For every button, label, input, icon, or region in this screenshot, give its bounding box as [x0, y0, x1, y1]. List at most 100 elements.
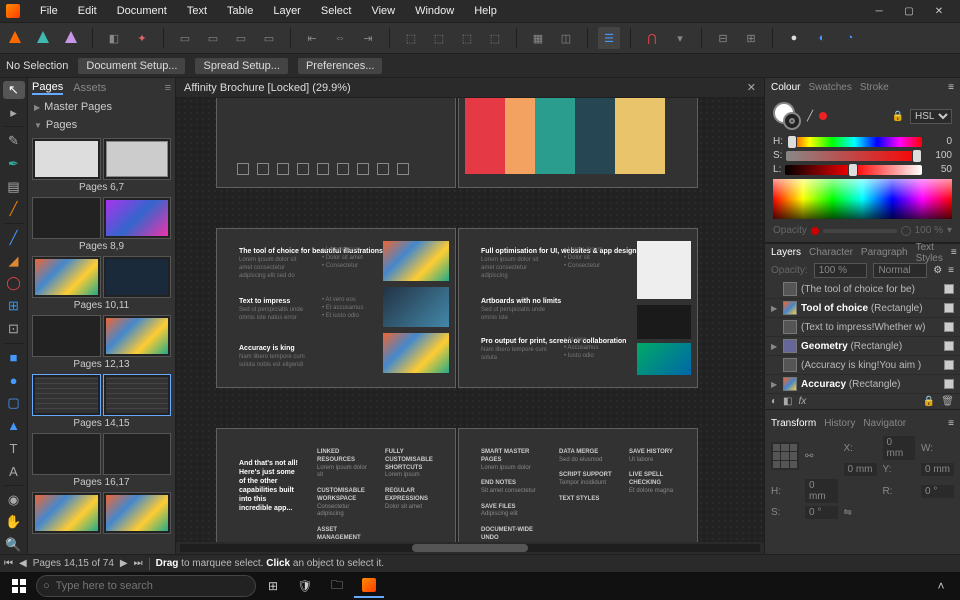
- document-tab-close-icon[interactable]: ✕: [747, 81, 756, 94]
- mask-icon[interactable]: ◐: [771, 396, 777, 407]
- minimize-button[interactable]: ─: [864, 6, 894, 17]
- first-page-icon[interactable]: ⏮: [4, 558, 13, 569]
- last-page-icon[interactable]: ⏭: [134, 558, 143, 569]
- panel-menu-icon[interactable]: ≡: [951, 247, 957, 258]
- menu-edit[interactable]: Edit: [68, 2, 107, 20]
- color-mode-select[interactable]: HSL: [910, 109, 952, 124]
- spread-thumb-14-15[interactable]: Pages 14,15: [32, 374, 171, 429]
- place-tool[interactable]: ⊞: [3, 297, 25, 315]
- text-styles-tab[interactable]: Text Styles: [916, 242, 943, 264]
- layer-row[interactable]: (Accuracy is king!You aim ): [765, 356, 960, 375]
- delete-layer-icon[interactable]: 🗑: [941, 396, 954, 407]
- affinity-publisher-icon[interactable]: [354, 574, 384, 598]
- fx-icon[interactable]: fx: [799, 396, 807, 407]
- stroke-well[interactable]: [783, 112, 801, 130]
- table-tool[interactable]: ▤: [3, 178, 25, 196]
- navigator-tab[interactable]: Navigator: [863, 418, 906, 429]
- layers-tab[interactable]: Layers: [771, 247, 801, 258]
- spread-thumb-next[interactable]: [32, 492, 171, 534]
- toolbar-btn-6[interactable]: ▭: [258, 27, 280, 49]
- layer-row[interactable]: ▶Geometry (Rectangle): [765, 337, 960, 356]
- panel-menu-icon[interactable]: ≡: [948, 418, 954, 429]
- rounded-rect-tool[interactable]: ▢: [3, 394, 25, 412]
- search-input[interactable]: [56, 580, 249, 592]
- frame-text-tool[interactable]: T: [3, 439, 25, 457]
- pen-tool[interactable]: ✒: [3, 155, 25, 173]
- menu-text[interactable]: Text: [177, 2, 217, 20]
- move-tool[interactable]: ↖: [3, 81, 25, 99]
- spread-thumb-12-13[interactable]: Pages 12,13: [32, 315, 171, 370]
- preferences-button[interactable]: Preferences...: [298, 58, 382, 74]
- color-picker-tool[interactable]: ◉: [3, 491, 25, 509]
- layer-row[interactable]: ▶Tool of choice (Rectangle): [765, 299, 960, 318]
- menu-select[interactable]: Select: [311, 2, 362, 20]
- visibility-checkbox[interactable]: [944, 379, 954, 389]
- task-view-icon[interactable]: ⊞: [258, 574, 288, 598]
- menu-file[interactable]: File: [30, 2, 68, 20]
- spread-thumb-10-11[interactable]: Pages 10,11: [32, 256, 171, 311]
- viewport[interactable]: The tool of choice for beautiful illustr…: [176, 98, 764, 542]
- assets-tab[interactable]: Assets: [73, 82, 106, 94]
- paragraph-tab[interactable]: Paragraph: [861, 247, 908, 258]
- fill-tool[interactable]: ◢: [3, 252, 25, 270]
- maximize-button[interactable]: ▢: [894, 6, 924, 17]
- pages-tab[interactable]: Pages: [32, 81, 63, 95]
- spread-thumb-6-7[interactable]: Pages 6,7: [32, 138, 171, 193]
- toolbar-btn-5[interactable]: ▭: [230, 27, 252, 49]
- w-field[interactable]: 0 mm: [844, 463, 877, 476]
- spread-setup-button[interactable]: Spread Setup...: [195, 58, 287, 74]
- taskbar-search[interactable]: ○: [36, 575, 256, 597]
- visibility-checkbox[interactable]: [944, 284, 954, 294]
- y-field[interactable]: 0 mm: [921, 463, 954, 476]
- lock-icon[interactable]: ⊟: [712, 27, 734, 49]
- gear-icon[interactable]: ⚙: [933, 265, 942, 276]
- eyedropper-icon[interactable]: ╱: [807, 111, 813, 122]
- toolbar-btn-4[interactable]: ▭: [202, 27, 224, 49]
- visibility-checkbox[interactable]: [944, 303, 954, 313]
- toolbar-btn-1[interactable]: ◧: [103, 27, 125, 49]
- transform-tab[interactable]: Transform: [771, 418, 816, 429]
- document-setup-button[interactable]: Document Setup...: [78, 58, 185, 74]
- start-button[interactable]: [4, 574, 34, 598]
- history-tab[interactable]: History: [824, 418, 855, 429]
- panel-menu-icon[interactable]: ≡: [948, 265, 954, 276]
- triangle-tool[interactable]: ▲: [3, 417, 25, 435]
- security-icon[interactable]: 🛡: [290, 574, 320, 598]
- opacity-stepper[interactable]: ▾: [947, 225, 952, 236]
- visibility-checkbox[interactable]: [944, 322, 954, 332]
- arrange-4-icon[interactable]: ⬚: [484, 27, 506, 49]
- arrange-3-icon[interactable]: ⬚: [456, 27, 478, 49]
- h-field[interactable]: 0 mm: [805, 479, 838, 503]
- shape-moon-icon[interactable]: ◐: [811, 27, 833, 49]
- hue-slider[interactable]: [787, 137, 922, 147]
- ellipse-tool[interactable]: ●: [3, 371, 25, 389]
- file-explorer-icon[interactable]: 🗀: [322, 574, 352, 598]
- liquify-persona-icon[interactable]: [32, 27, 54, 49]
- r-field[interactable]: 0 °: [921, 485, 954, 498]
- zoom-tool[interactable]: 🔍: [3, 536, 25, 554]
- spectrum-picker[interactable]: [773, 179, 952, 219]
- link-icon[interactable]: ⚯: [805, 451, 838, 462]
- pan-tool[interactable]: ✋: [3, 514, 25, 532]
- shape-pie-icon[interactable]: ◔: [839, 27, 861, 49]
- pages-row[interactable]: ▼Pages: [28, 116, 175, 134]
- prev-page-icon[interactable]: ◀: [19, 558, 27, 569]
- snap-magnet-icon[interactable]: ⋂: [641, 27, 663, 49]
- toolbar-btn-2[interactable]: ✦: [131, 27, 153, 49]
- menu-table[interactable]: Table: [217, 2, 263, 20]
- shape-circle-icon[interactable]: ●: [783, 27, 805, 49]
- horizontal-scrollbar[interactable]: [176, 542, 764, 554]
- panel-menu-icon[interactable]: ≡: [948, 82, 954, 93]
- swatches-tab[interactable]: Swatches: [808, 82, 851, 93]
- spread-thumb-16-17[interactable]: Pages 16,17: [32, 433, 171, 488]
- crop-tool[interactable]: ⊡: [3, 320, 25, 338]
- artistic-text-tool[interactable]: ✎: [3, 132, 25, 150]
- flip-icon[interactable]: ⇋: [844, 507, 877, 518]
- colour-tab[interactable]: Colour: [771, 82, 800, 93]
- snap-menu-icon[interactable]: ▾: [669, 27, 691, 49]
- panel-menu-icon[interactable]: ≡: [165, 82, 171, 94]
- adjustment-icon[interactable]: ◧: [783, 396, 792, 407]
- menu-document[interactable]: Document: [107, 2, 177, 20]
- lum-slider[interactable]: [785, 165, 922, 175]
- stroke-tab[interactable]: Stroke: [860, 82, 889, 93]
